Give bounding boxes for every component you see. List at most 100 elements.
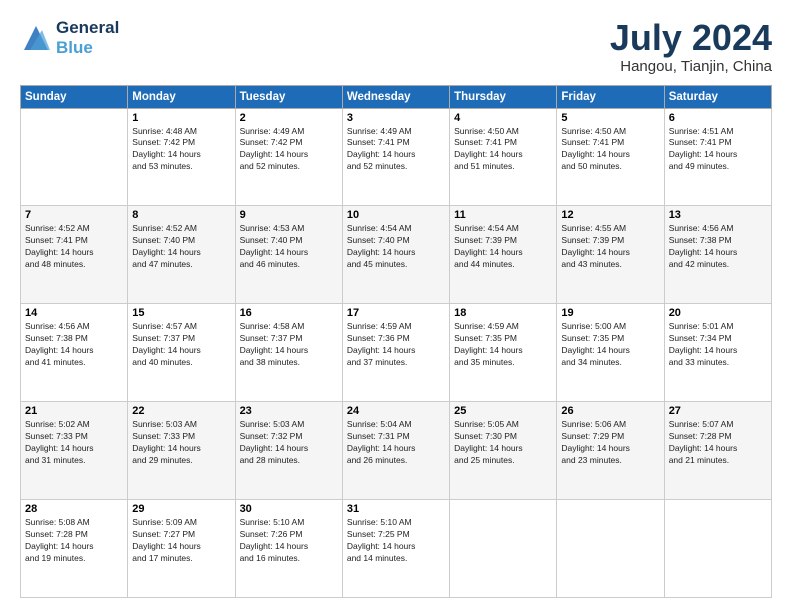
day-number: 9 — [240, 209, 338, 221]
day-info: Sunrise: 5:10 AM Sunset: 7:26 PM Dayligh… — [240, 517, 338, 565]
day-info: Sunrise: 5:01 AM Sunset: 7:34 PM Dayligh… — [669, 321, 767, 369]
day-number: 19 — [561, 307, 659, 319]
day-number: 31 — [347, 503, 445, 515]
day-info: Sunrise: 4:54 AM Sunset: 7:40 PM Dayligh… — [347, 223, 445, 271]
logo: General Blue — [20, 18, 119, 57]
day-cell: 23 Sunrise: 5:03 AM Sunset: 7:32 PM Dayli… — [235, 402, 342, 500]
day-info: Sunrise: 4:56 AM Sunset: 7:38 PM Dayligh… — [669, 223, 767, 271]
week-row-5: 28 Sunrise: 5:08 AM Sunset: 7:28 PM Dayli… — [21, 500, 772, 598]
day-info: Sunrise: 5:07 AM Sunset: 7:28 PM Dayligh… — [669, 419, 767, 467]
day-info: Sunrise: 4:54 AM Sunset: 7:39 PM Dayligh… — [454, 223, 552, 271]
day-number: 29 — [132, 503, 230, 515]
week-row-1: 1 Sunrise: 4:48 AM Sunset: 7:42 PM Daylig… — [21, 108, 772, 206]
logo-icon — [20, 22, 52, 54]
day-cell — [21, 108, 128, 206]
day-number: 11 — [454, 209, 552, 221]
day-cell: 9 Sunrise: 4:53 AM Sunset: 7:40 PM Daylig… — [235, 206, 342, 304]
weekday-header-sunday: Sunday — [21, 85, 128, 108]
day-number: 8 — [132, 209, 230, 221]
day-info: Sunrise: 5:06 AM Sunset: 7:29 PM Dayligh… — [561, 419, 659, 467]
day-number: 12 — [561, 209, 659, 221]
weekday-header-friday: Friday — [557, 85, 664, 108]
day-number: 23 — [240, 405, 338, 417]
title-block: July 2024 Hangou, Tianjin, China — [610, 18, 772, 75]
day-number: 1 — [132, 112, 230, 124]
day-info: Sunrise: 5:03 AM Sunset: 7:32 PM Dayligh… — [240, 419, 338, 467]
week-row-3: 14 Sunrise: 4:56 AM Sunset: 7:38 PM Dayli… — [21, 304, 772, 402]
day-number: 10 — [347, 209, 445, 221]
day-info: Sunrise: 4:59 AM Sunset: 7:36 PM Dayligh… — [347, 321, 445, 369]
day-info: Sunrise: 4:49 AM Sunset: 7:42 PM Dayligh… — [240, 126, 338, 174]
month-title: July 2024 — [610, 18, 772, 58]
day-cell: 10 Sunrise: 4:54 AM Sunset: 7:40 PM Dayli… — [342, 206, 449, 304]
day-cell: 5Sunrise: 4:50 AM Sunset: 7:41 PM Daylig… — [557, 108, 664, 206]
weekday-header-wednesday: Wednesday — [342, 85, 449, 108]
day-cell: 16 Sunrise: 4:58 AM Sunset: 7:37 PM Dayli… — [235, 304, 342, 402]
day-cell: 19 Sunrise: 5:00 AM Sunset: 7:35 PM Dayli… — [557, 304, 664, 402]
location: Hangou, Tianjin, China — [610, 58, 772, 75]
weekday-header-tuesday: Tuesday — [235, 85, 342, 108]
weekday-header-saturday: Saturday — [664, 85, 771, 108]
day-info: Sunrise: 4:51 AM Sunset: 7:41 PM Dayligh… — [669, 126, 767, 174]
day-number: 3 — [347, 112, 445, 124]
day-number: 17 — [347, 307, 445, 319]
day-cell: 1 Sunrise: 4:48 AM Sunset: 7:42 PM Daylig… — [128, 108, 235, 206]
day-cell: 2 Sunrise: 4:49 AM Sunset: 7:42 PM Daylig… — [235, 108, 342, 206]
logo-general: General — [56, 18, 119, 38]
day-cell: 14 Sunrise: 4:56 AM Sunset: 7:38 PM Dayli… — [21, 304, 128, 402]
day-number: 14 — [25, 307, 123, 319]
day-cell: 24Sunrise: 5:04 AM Sunset: 7:31 PM Dayli… — [342, 402, 449, 500]
day-number: 2 — [240, 112, 338, 124]
day-cell: 13 Sunrise: 4:56 AM Sunset: 7:38 PM Dayli… — [664, 206, 771, 304]
day-number: 6 — [669, 112, 767, 124]
day-cell: 20Sunrise: 5:01 AM Sunset: 7:34 PM Dayli… — [664, 304, 771, 402]
day-info: Sunrise: 4:50 AM Sunset: 7:41 PM Dayligh… — [454, 126, 552, 174]
day-info: Sunrise: 4:56 AM Sunset: 7:38 PM Dayligh… — [25, 321, 123, 369]
day-info: Sunrise: 4:48 AM Sunset: 7:42 PM Dayligh… — [132, 126, 230, 174]
day-info: Sunrise: 5:08 AM Sunset: 7:28 PM Dayligh… — [25, 517, 123, 565]
week-row-2: 7Sunrise: 4:52 AM Sunset: 7:41 PM Daylig… — [21, 206, 772, 304]
day-info: Sunrise: 4:49 AM Sunset: 7:41 PM Dayligh… — [347, 126, 445, 174]
day-number: 13 — [669, 209, 767, 221]
day-number: 15 — [132, 307, 230, 319]
weekday-header-thursday: Thursday — [450, 85, 557, 108]
calendar-table: SundayMondayTuesdayWednesdayThursdayFrid… — [20, 85, 772, 598]
day-number: 21 — [25, 405, 123, 417]
day-number: 18 — [454, 307, 552, 319]
day-info: Sunrise: 4:57 AM Sunset: 7:37 PM Dayligh… — [132, 321, 230, 369]
day-cell: 17 Sunrise: 4:59 AM Sunset: 7:36 PM Dayli… — [342, 304, 449, 402]
day-cell: 7Sunrise: 4:52 AM Sunset: 7:41 PM Daylig… — [21, 206, 128, 304]
day-number: 27 — [669, 405, 767, 417]
day-cell: 31 Sunrise: 5:10 AM Sunset: 7:25 PM Dayli… — [342, 500, 449, 598]
day-info: Sunrise: 5:09 AM Sunset: 7:27 PM Dayligh… — [132, 517, 230, 565]
day-info: Sunrise: 5:03 AM Sunset: 7:33 PM Dayligh… — [132, 419, 230, 467]
day-cell: 18Sunrise: 4:59 AM Sunset: 7:35 PM Dayli… — [450, 304, 557, 402]
day-info: Sunrise: 5:02 AM Sunset: 7:33 PM Dayligh… — [25, 419, 123, 467]
day-info: Sunrise: 4:53 AM Sunset: 7:40 PM Dayligh… — [240, 223, 338, 271]
day-number: 5 — [561, 112, 659, 124]
day-info: Sunrise: 5:04 AM Sunset: 7:31 PM Dayligh… — [347, 419, 445, 467]
day-cell: 21 Sunrise: 5:02 AM Sunset: 7:33 PM Dayli… — [21, 402, 128, 500]
day-info: Sunrise: 5:05 AM Sunset: 7:30 PM Dayligh… — [454, 419, 552, 467]
day-number: 22 — [132, 405, 230, 417]
day-cell: 27 Sunrise: 5:07 AM Sunset: 7:28 PM Dayli… — [664, 402, 771, 500]
day-cell: 28 Sunrise: 5:08 AM Sunset: 7:28 PM Dayli… — [21, 500, 128, 598]
day-info: Sunrise: 5:00 AM Sunset: 7:35 PM Dayligh… — [561, 321, 659, 369]
day-number: 30 — [240, 503, 338, 515]
day-cell: 29 Sunrise: 5:09 AM Sunset: 7:27 PM Dayli… — [128, 500, 235, 598]
week-row-4: 21 Sunrise: 5:02 AM Sunset: 7:33 PM Dayli… — [21, 402, 772, 500]
day-number: 16 — [240, 307, 338, 319]
weekday-header-row: SundayMondayTuesdayWednesdayThursdayFrid… — [21, 85, 772, 108]
day-number: 26 — [561, 405, 659, 417]
day-number: 4 — [454, 112, 552, 124]
day-number: 28 — [25, 503, 123, 515]
day-cell: 26 Sunrise: 5:06 AM Sunset: 7:29 PM Dayli… — [557, 402, 664, 500]
day-info: Sunrise: 4:58 AM Sunset: 7:37 PM Dayligh… — [240, 321, 338, 369]
day-cell — [557, 500, 664, 598]
day-cell: 11 Sunrise: 4:54 AM Sunset: 7:39 PM Dayli… — [450, 206, 557, 304]
day-cell: 15 Sunrise: 4:57 AM Sunset: 7:37 PM Dayli… — [128, 304, 235, 402]
day-cell: 30 Sunrise: 5:10 AM Sunset: 7:26 PM Dayli… — [235, 500, 342, 598]
day-info: Sunrise: 5:10 AM Sunset: 7:25 PM Dayligh… — [347, 517, 445, 565]
day-info: Sunrise: 4:52 AM Sunset: 7:40 PM Dayligh… — [132, 223, 230, 271]
day-info: Sunrise: 4:52 AM Sunset: 7:41 PM Dayligh… — [25, 223, 123, 271]
